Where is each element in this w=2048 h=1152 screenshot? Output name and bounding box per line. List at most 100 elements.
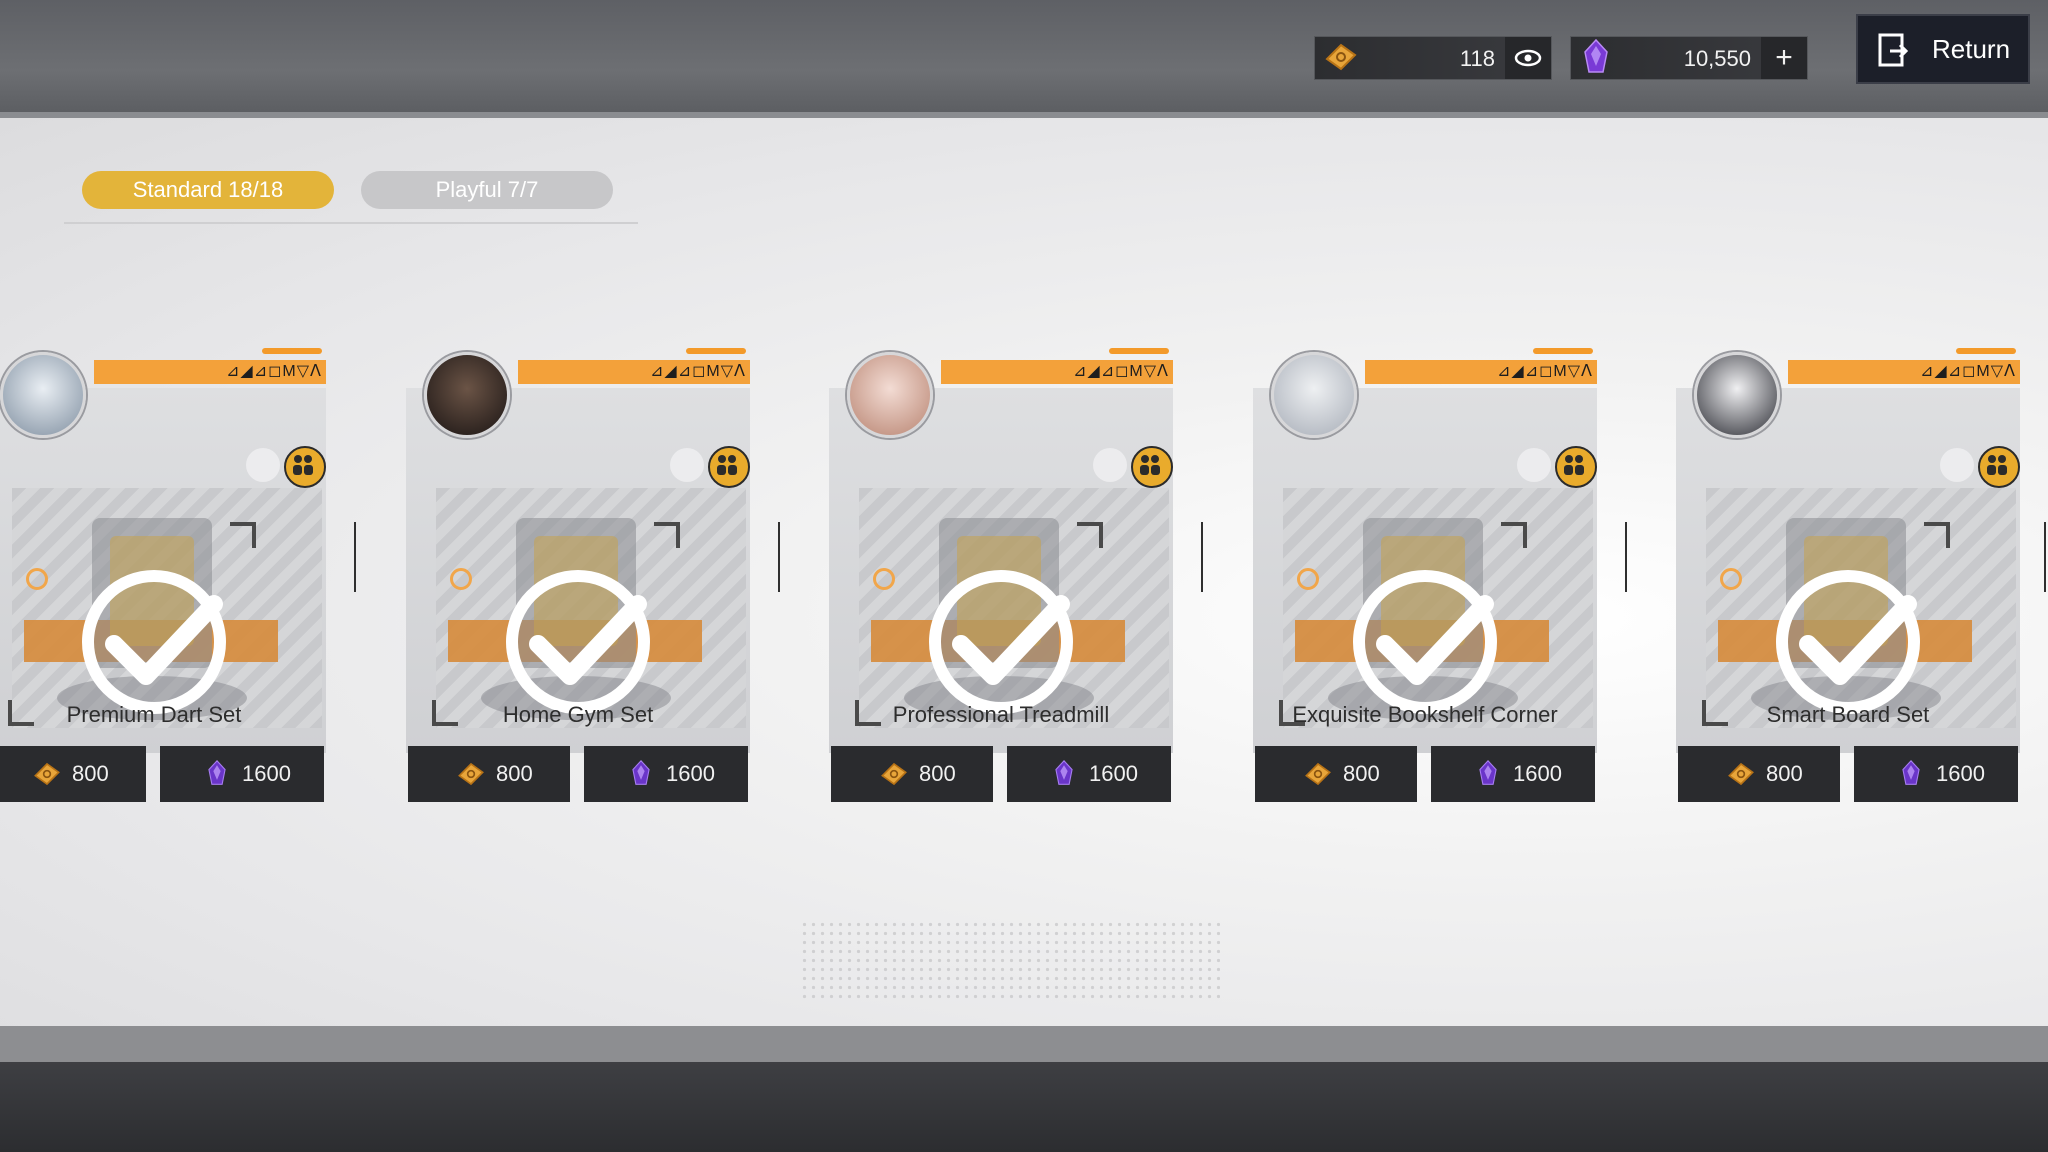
card-runes: ⊿◢⊿◻M▽ᐱ xyxy=(226,363,322,380)
plus-icon: + xyxy=(1775,41,1793,74)
ticket-count: 118 xyxy=(1459,46,1495,71)
furniture-card-2[interactable]: ⊿◢⊿◻M▽ᐱ Home Gym Set 800 1600 xyxy=(406,340,750,802)
crystal-icon xyxy=(1584,38,1608,73)
character-avatar xyxy=(0,352,86,438)
card-body xyxy=(0,388,326,753)
card-separator xyxy=(1201,522,1203,592)
ticket-price: 800 xyxy=(1343,761,1380,786)
people-icon[interactable] xyxy=(284,446,326,488)
card-separator xyxy=(1625,522,1627,592)
bottom-bar xyxy=(0,1026,2048,1062)
character-avatar xyxy=(1694,352,1780,438)
add-crystal-button[interactable]: + xyxy=(1761,37,1807,79)
crystal-price: 1600 xyxy=(666,761,715,786)
ticket-icon xyxy=(458,762,484,786)
card-separator xyxy=(354,522,356,592)
tab-playful[interactable]: Playful 7/7 xyxy=(361,171,613,209)
card-body xyxy=(829,388,1173,753)
character-avatar xyxy=(1271,352,1357,438)
ticket-price-button[interactable]: 800 xyxy=(0,746,146,802)
card-ring-decoration xyxy=(450,568,472,590)
card-name: Exquisite Bookshelf Corner xyxy=(1292,702,1558,727)
crystal-icon xyxy=(1055,759,1073,785)
eye-icon xyxy=(1514,49,1542,67)
crystal-price-button[interactable]: 1600 xyxy=(1431,746,1595,802)
card-toggle xyxy=(1940,448,1974,482)
card-header-strip: ⊿◢⊿◻M▽ᐱ xyxy=(941,360,1173,384)
people-icon[interactable] xyxy=(1978,446,2020,488)
crystal-count: 10,550 xyxy=(1683,46,1751,71)
crystal-currency: 10,550 + xyxy=(1570,36,1808,80)
crystal-icon xyxy=(1479,759,1497,785)
card-ring-decoration xyxy=(873,568,895,590)
crystal-price-button[interactable]: 1600 xyxy=(160,746,324,802)
ticket-price-button[interactable]: 800 xyxy=(1255,746,1417,802)
furniture-card-5[interactable]: ⊿◢⊿◻M▽ᐱ Smart Board Set 800 1600 xyxy=(1676,340,2020,802)
ticket-price-button[interactable]: 800 xyxy=(1678,746,1840,802)
card-name: Home Gym Set xyxy=(502,702,654,727)
card-accent xyxy=(686,348,746,354)
card-runes: ⊿◢⊿◻M▽ᐱ xyxy=(1497,363,1593,380)
character-avatar xyxy=(424,352,510,438)
crystal-price: 1600 xyxy=(1936,761,1985,786)
ticket-price-button[interactable]: 800 xyxy=(831,746,993,802)
crystal-price: 1600 xyxy=(1089,761,1138,786)
ticket-price: 800 xyxy=(919,761,956,786)
card-ring-decoration xyxy=(1720,568,1742,590)
return-button[interactable]: Return xyxy=(1856,14,2030,84)
card-toggle xyxy=(1517,448,1551,482)
card-body xyxy=(1676,388,2020,753)
card-separator xyxy=(778,522,780,592)
card-body xyxy=(406,388,750,753)
character-avatar xyxy=(847,352,933,438)
card-ring-decoration xyxy=(26,568,48,590)
crystal-price: 1600 xyxy=(242,761,291,786)
people-icon[interactable] xyxy=(708,446,750,488)
card-runes: ⊿◢⊿◻M▽ᐱ xyxy=(650,363,746,380)
card-name: Smart Board Set xyxy=(1766,702,1930,727)
card-accent xyxy=(1109,348,1169,354)
ticket-icon xyxy=(34,762,60,786)
card-accent xyxy=(1533,348,1593,354)
crystal-price-button[interactable]: 1600 xyxy=(1007,746,1171,802)
furniture-card-4[interactable]: ⊿◢⊿◻M▽ᐱ Exquisite Bookshelf Corner 800 1… xyxy=(1253,340,1597,802)
card-ring-decoration xyxy=(1297,568,1319,590)
card-toggle xyxy=(670,448,704,482)
card-toggle xyxy=(246,448,280,482)
crystal-price: 1600 xyxy=(1513,761,1562,786)
people-icon[interactable] xyxy=(1131,446,1173,488)
card-accent xyxy=(1956,348,2016,354)
card-header-strip: ⊿◢⊿◻M▽ᐱ xyxy=(518,360,750,384)
furniture-card-3[interactable]: ⊿◢⊿◻M▽ᐱ Professional Treadmill 800 1600 xyxy=(829,340,1173,802)
card-name: Premium Dart Set xyxy=(66,702,242,727)
crystal-icon xyxy=(208,759,226,785)
ticket-icon xyxy=(1325,43,1357,71)
ticket-currency: 118 xyxy=(1314,36,1552,80)
bottom-area xyxy=(0,1062,2048,1152)
card-body xyxy=(1253,388,1597,753)
people-icon[interactable] xyxy=(1555,446,1597,488)
card-header-strip: ⊿◢⊿◻M▽ᐱ xyxy=(1365,360,1597,384)
ticket-price: 800 xyxy=(1766,761,1803,786)
ticket-icon xyxy=(1305,762,1331,786)
card-accent xyxy=(262,348,322,354)
ticket-price-button[interactable]: 800 xyxy=(408,746,570,802)
view-button[interactable] xyxy=(1505,37,1551,79)
card-toggle xyxy=(1093,448,1127,482)
ticket-icon xyxy=(881,762,907,786)
card-header-strip: ⊿◢⊿◻M▽ᐱ xyxy=(1788,360,2020,384)
crystal-price-button[interactable]: 1600 xyxy=(1854,746,2018,802)
tab-standard[interactable]: Standard 18/18 xyxy=(82,171,334,209)
card-separator xyxy=(2044,522,2046,592)
card-name: Professional Treadmill xyxy=(892,702,1110,727)
return-icon xyxy=(1878,33,1909,67)
return-label: Return xyxy=(1932,33,2011,64)
card-runes: ⊿◢⊿◻M▽ᐱ xyxy=(1920,363,2016,380)
crystal-price-button[interactable]: 1600 xyxy=(584,746,748,802)
card-header-strip: ⊿◢⊿◻M▽ᐱ xyxy=(94,360,326,384)
crystal-icon xyxy=(1902,759,1920,785)
ticket-price: 800 xyxy=(496,761,533,786)
ticket-icon xyxy=(1728,762,1754,786)
decorative-dots xyxy=(800,920,1220,1000)
furniture-card-1[interactable]: ⊿◢⊿◻M▽ᐱ Premium Dart Set 800 1600 xyxy=(0,340,326,802)
